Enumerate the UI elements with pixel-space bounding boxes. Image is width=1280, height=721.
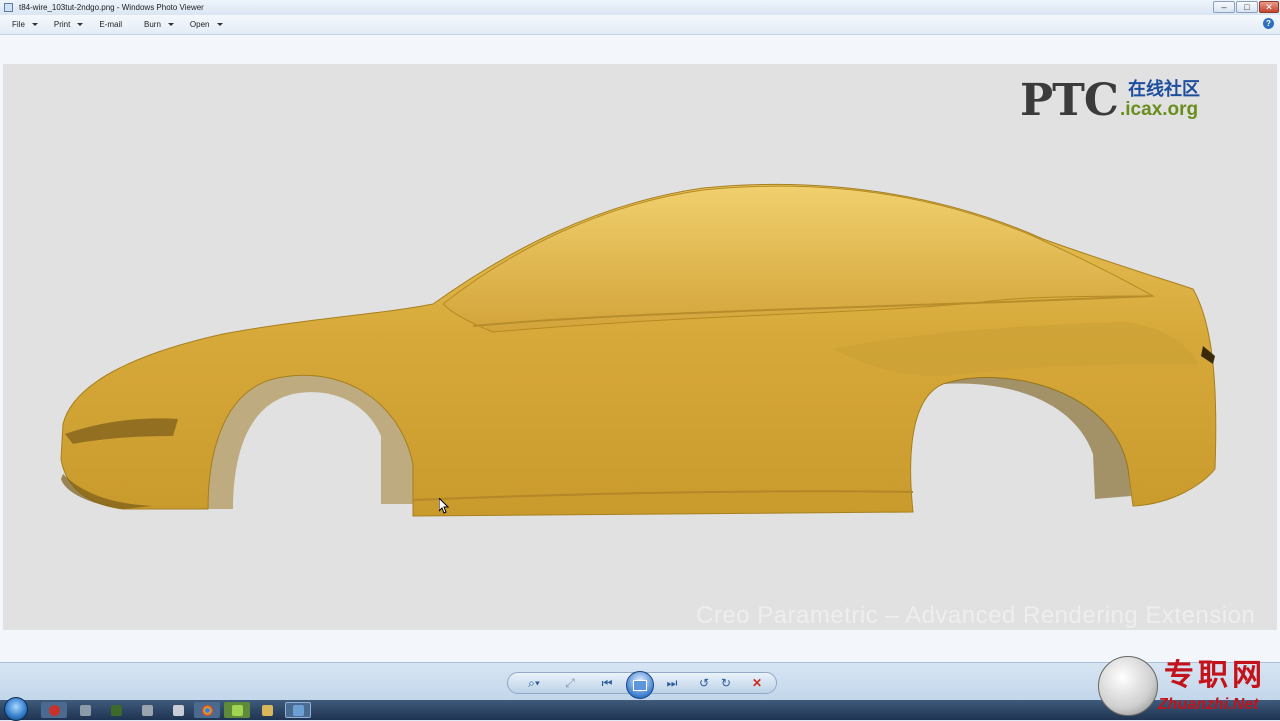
menu-open[interactable]: Open: [190, 20, 223, 29]
ptc-chinese: 在线社区: [1128, 79, 1200, 99]
menu-file-label: File: [12, 20, 25, 29]
chevron-down-icon: [216, 23, 223, 26]
chevron-down-icon: [31, 23, 38, 26]
close-button[interactable]: ✕: [1259, 1, 1279, 13]
menu-email-label: E-mail: [99, 20, 123, 29]
photo-viewer-app-icon: [4, 3, 13, 12]
previous-icon[interactable]: ⏮: [594, 672, 620, 694]
overlay-text: Creo Parametric – Advanced Rendering Ext…: [696, 602, 1256, 629]
taskbar-app-green-dark[interactable]: [103, 702, 129, 718]
zhuanzhi-site: Zhuanzhi.Net: [1158, 696, 1259, 713]
menu-burn[interactable]: Burn: [144, 20, 174, 29]
menu-print[interactable]: Print: [53, 20, 84, 29]
zhuanzhi-chinese: 专职网: [1164, 658, 1266, 693]
car-body-image: [60, 183, 1217, 517]
soccer-ball-icon: [1098, 656, 1158, 716]
image-viewer: PTC 在线社区 .icax.org Creo Parametric – Adv…: [0, 35, 1280, 662]
slideshow-icon: [633, 679, 647, 691]
rotate-ccw-icon[interactable]: ↺: [694, 672, 714, 694]
ptc-brand: PTC: [1020, 75, 1119, 126]
menu-print-label: Print: [53, 20, 71, 29]
taskbar-app-doc[interactable]: [165, 702, 191, 718]
menu-burn-label: Burn: [144, 20, 161, 29]
title-bar: t84-wire_103tut-2ndgo.png - Windows Phot…: [0, 0, 1280, 15]
minimize-button[interactable]: –: [1213, 1, 1235, 13]
taskbar-app-red[interactable]: [41, 702, 67, 718]
help-icon[interactable]: ?: [1263, 18, 1274, 29]
zhuanzhi-watermark: 专职网 Zhuanzhi.Net: [1098, 654, 1280, 720]
menu-file[interactable]: File: [12, 20, 38, 29]
mouse-cursor-icon: [439, 498, 449, 514]
maximize-button[interactable]: □: [1236, 1, 1258, 13]
taskbar-app-tools[interactable]: [72, 702, 98, 718]
chevron-down-icon: [167, 23, 174, 26]
fit-icon[interactable]: ⤢: [559, 672, 581, 694]
rotate-cw-icon[interactable]: ↻: [716, 672, 736, 694]
taskbar-app-green[interactable]: [224, 702, 250, 718]
menu-open-label: Open: [189, 20, 210, 29]
chrome-icon[interactable]: [194, 702, 220, 718]
next-icon[interactable]: ⏭: [659, 672, 685, 694]
menu-email[interactable]: E-mail: [99, 20, 122, 29]
taskbar-app-gray[interactable]: [134, 702, 160, 718]
folder-icon[interactable]: [254, 702, 280, 718]
ptc-logo: PTC 在线社区 .icax.org: [1020, 79, 1220, 129]
start-button[interactable]: [4, 697, 28, 721]
chevron-down-icon: [77, 23, 84, 26]
zoom-icon[interactable]: ⌕▾: [522, 672, 546, 694]
photo-viewer-taskbar-icon[interactable]: [285, 702, 311, 718]
menu-bar: File Print E-mail Burn Open: [0, 15, 1280, 35]
taskbar: [0, 697, 1280, 721]
slideshow-button[interactable]: [626, 671, 654, 699]
delete-icon[interactable]: ✕: [747, 672, 767, 694]
image-canvas: [3, 64, 1277, 630]
window-title: t84-wire_103tut-2ndgo.png - Windows Phot…: [19, 3, 204, 12]
ptc-site: .icax.org: [1120, 99, 1199, 120]
